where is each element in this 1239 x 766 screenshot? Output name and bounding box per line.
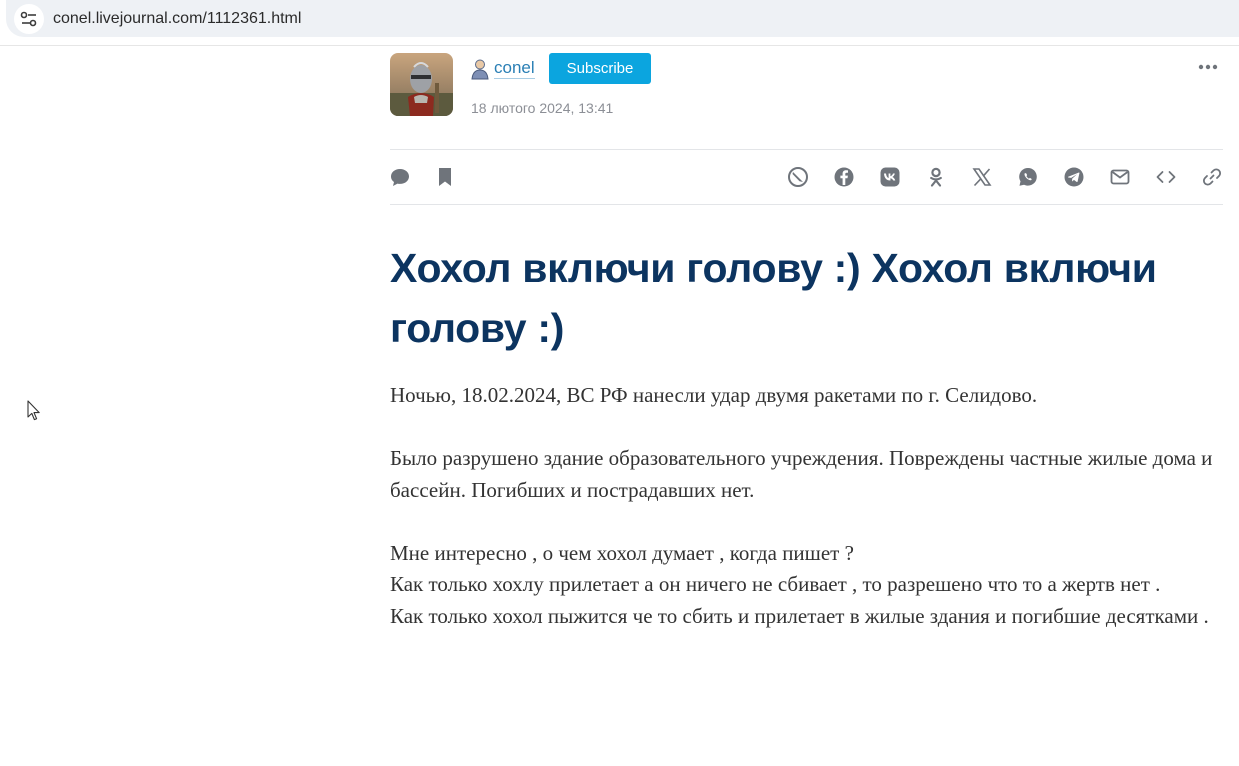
share-email-button[interactable] bbox=[1108, 165, 1132, 189]
share-x-button[interactable] bbox=[970, 165, 994, 189]
more-dots-icon bbox=[1198, 64, 1218, 70]
bookmark-icon bbox=[439, 168, 451, 186]
share-livejournal-button[interactable] bbox=[786, 165, 810, 189]
paragraph: Ночью, 18.02.2024, ВС РФ нанесли удар дв… bbox=[390, 383, 1038, 407]
paragraph: Мне интересно , о чем хохол думает , ког… bbox=[390, 540, 854, 565]
tune-icon bbox=[20, 11, 37, 26]
user-icon bbox=[471, 59, 489, 79]
address-bar[interactable]: conel.livejournal.com/1112361.html bbox=[6, 0, 1239, 37]
telegram-icon bbox=[1064, 167, 1084, 187]
email-icon bbox=[1110, 169, 1130, 185]
paragraph: Как только хохлу прилетает а он ничего н… bbox=[390, 572, 1161, 596]
copy-link-button[interactable] bbox=[1200, 165, 1224, 189]
copy-link-icon bbox=[1202, 168, 1222, 186]
paragraph: Было разрушено здание образовательного у… bbox=[390, 446, 1213, 502]
bookmark-button[interactable] bbox=[433, 165, 457, 189]
avatar[interactable] bbox=[390, 53, 453, 116]
comment-icon bbox=[391, 169, 409, 186]
site-info-button[interactable] bbox=[14, 3, 44, 34]
share-odnoklassniki-button[interactable] bbox=[924, 165, 948, 189]
mouse-cursor-icon bbox=[27, 400, 40, 421]
share-whatsapp-button[interactable] bbox=[1016, 165, 1040, 189]
embed-code-icon bbox=[1156, 171, 1176, 183]
vk-icon bbox=[880, 167, 900, 187]
divider bbox=[390, 204, 1223, 205]
share-telegram-button[interactable] bbox=[1062, 165, 1086, 189]
comment-button[interactable] bbox=[388, 165, 412, 189]
url-text[interactable]: conel.livejournal.com/1112361.html bbox=[53, 10, 301, 28]
post-title: Хохол включи голову :) Хохол включи голо… bbox=[390, 245, 1157, 351]
post-body: Ночью, 18.02.2024, ВС РФ нанесли удар дв… bbox=[390, 380, 1230, 632]
share-facebook-button[interactable] bbox=[832, 165, 856, 189]
post-date: 18 лютого 2024, 13:41 bbox=[471, 100, 614, 116]
paragraph: Как только хохол пыжится че то сбить и п… bbox=[390, 603, 1209, 628]
embed-code-button[interactable] bbox=[1154, 165, 1178, 189]
author-link[interactable]: conel bbox=[494, 58, 535, 79]
odnoklassniki-icon bbox=[930, 167, 942, 187]
author-row: conel Subscribe bbox=[471, 53, 652, 84]
x-icon bbox=[972, 168, 992, 187]
divider bbox=[390, 149, 1223, 150]
share-vk-button[interactable] bbox=[878, 165, 902, 189]
livejournal-share-icon bbox=[788, 167, 808, 187]
subscribe-button[interactable]: Subscribe bbox=[548, 53, 652, 84]
more-menu-button[interactable] bbox=[1196, 58, 1220, 76]
divider bbox=[0, 45, 1239, 46]
facebook-icon bbox=[834, 167, 854, 187]
whatsapp-icon bbox=[1019, 168, 1037, 186]
